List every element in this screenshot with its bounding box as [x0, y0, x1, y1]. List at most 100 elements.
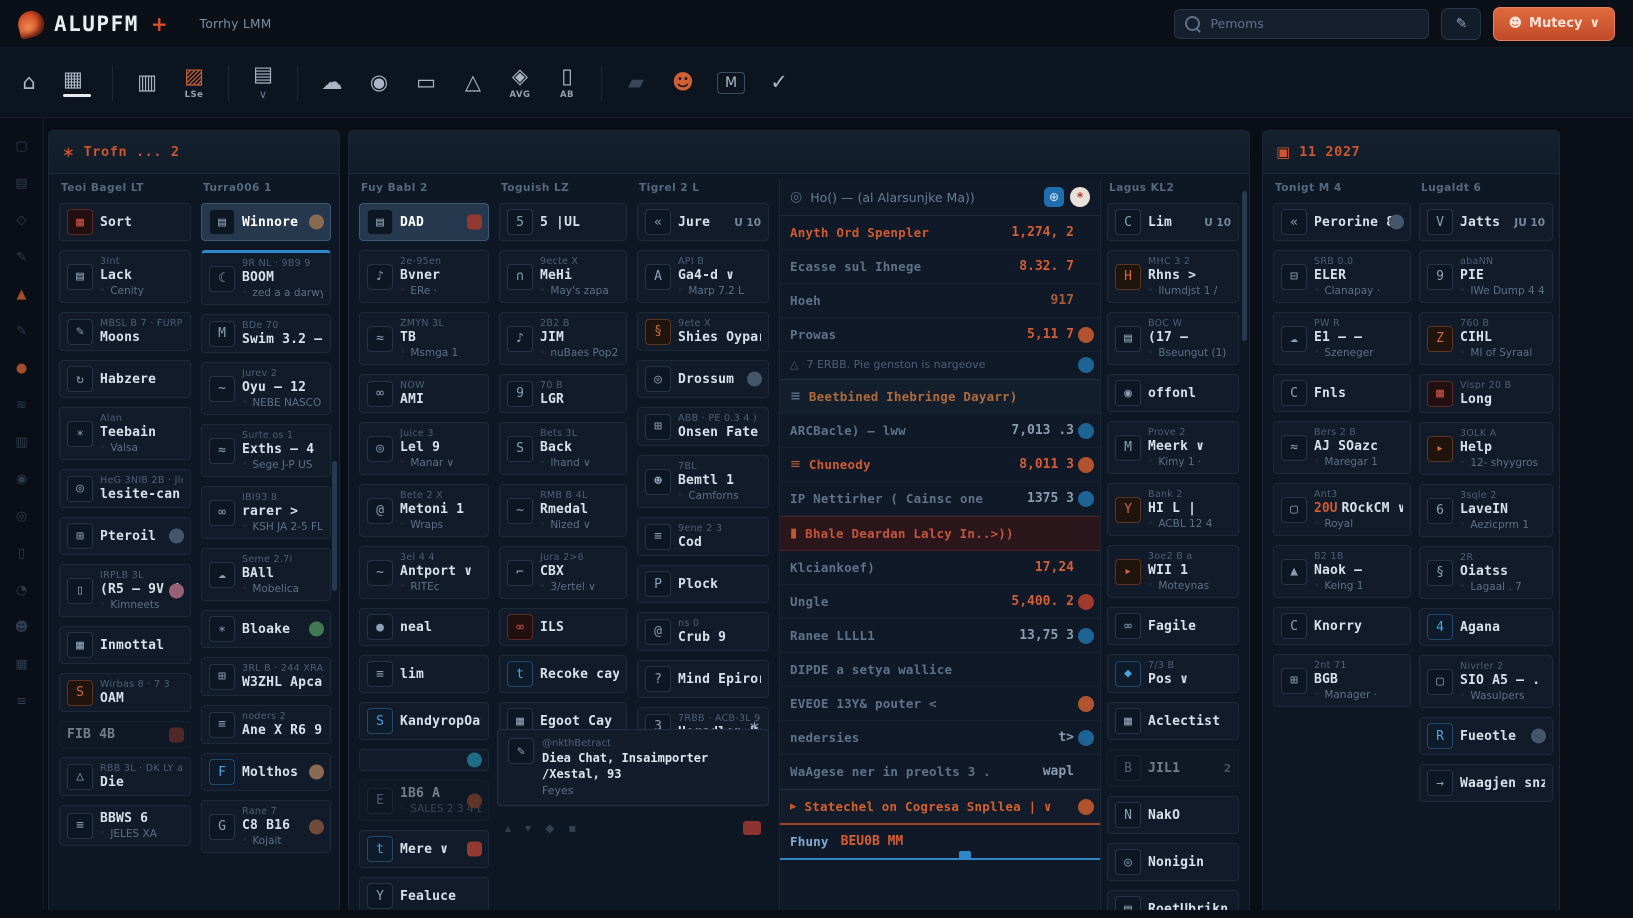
- card-item[interactable]: 5 5 |UL: [499, 203, 627, 241]
- card-item[interactable]: M BDe 70Swim 3.2 — ): [201, 314, 331, 353]
- sidebar-pen-icon[interactable]: ✎: [16, 251, 27, 264]
- stats-row[interactable]: ≡ Chuneody 8,011 3: [780, 448, 1100, 483]
- card-item[interactable]: ▦ Vispr 20 B Long: [1419, 374, 1553, 413]
- toolbar-clipboard-icon[interactable]: ▯ AB: [554, 65, 580, 100]
- toolbar-lock-icon[interactable]: ◈ AVG: [507, 65, 533, 100]
- toolbar-check-icon[interactable]: ✓: [766, 72, 792, 93]
- scrollbar-thumb[interactable]: [1242, 191, 1247, 341]
- gear-red-icon[interactable]: *: [1070, 187, 1090, 207]
- scrollbar-thumb[interactable]: [332, 461, 337, 591]
- card-item[interactable]: ☁ PW R E1 — — ◦ Szeneger: [1273, 312, 1411, 365]
- card-item[interactable]: ◎ HeG 3NIB 2B · Jlete ( 2.0.4 )lesite-can…: [59, 469, 191, 508]
- panel-calendar-header[interactable]: ▣ 11 2027: [1263, 131, 1559, 174]
- panel-main-header[interactable]: [349, 131, 1249, 174]
- card-item[interactable]: C Lim U 10: [1107, 203, 1239, 241]
- card-item[interactable]: ▢ Ant3 20U ROckCM ∨ ◦ Royal: [1273, 483, 1411, 536]
- stats-row[interactable]: Fhuny BEU0B MM: [780, 825, 1100, 861]
- card-item[interactable]: ▤ DAD: [359, 203, 489, 241]
- card-item[interactable]: @ ns 0 Crub 9: [637, 612, 769, 651]
- card-item[interactable]: R Fueotle: [1419, 717, 1553, 755]
- card-item[interactable]: G Rane 7 C8 B16 ◦ Kojait: [201, 800, 331, 853]
- stats-section-row[interactable]: ▮ Bhale Deardan Lalcy In..>)): [780, 516, 1100, 552]
- card-item[interactable]: E 1B6 A ◦ SALES 2 3 4 B: [359, 780, 489, 821]
- card-item[interactable]: ◉ offonl: [1107, 374, 1239, 412]
- card-item[interactable]: ☁ Seme 2.7i BAll ◦ Mobelica: [201, 548, 331, 601]
- card-item[interactable]: « Jure U 10: [637, 203, 769, 241]
- card-item[interactable]: ☾ 9R NL · 9B9 9 BOOM ◦ zed a a darwy: [201, 250, 331, 305]
- sidebar-grid2-icon[interactable]: ▦: [15, 658, 27, 671]
- card-item[interactable]: 9 70 B LGR: [499, 374, 627, 413]
- card-item[interactable]: ▸ 3OLK A Help ◦ 12- shyygros: [1419, 422, 1553, 475]
- sidebar-user-icon[interactable]: ☻: [15, 621, 29, 634]
- card-item[interactable]: ⊞ ABB · PE 0.3 4 ) Onsen Fate: [637, 407, 769, 446]
- card-item[interactable]: M Prove 2 Meerk ∨ ◦ Kimy 1 ·: [1107, 421, 1239, 474]
- toolbar-cloud-icon[interactable]: ☁: [319, 72, 345, 93]
- card-item[interactable]: ◆ 7/3 B Pos ∨: [1107, 654, 1239, 693]
- card-item[interactable]: ⌐ Jura 2>6 CBX ◦ 3/ertel ∨: [499, 546, 627, 599]
- toolbar-grid-icon[interactable]: ▦: [63, 68, 91, 97]
- toolbar-paint-icon[interactable]: ▨ LSe: [181, 65, 207, 100]
- panel-trofn-header[interactable]: ∗ Trofn ... 2: [49, 131, 339, 174]
- card-item[interactable]: ▦ Sort: [59, 203, 191, 241]
- card-item[interactable]: ≈ Bers 2 B AJ SOazc ◦ Maregar 1: [1273, 421, 1411, 474]
- stats-section-row[interactable]: ≡ Beetbined Ihebringe Dayarr): [780, 379, 1100, 415]
- card-item[interactable]: ∞ ILS: [499, 608, 627, 646]
- compose-button[interactable]: ✎: [1441, 7, 1482, 40]
- card-item[interactable]: H MHC 3 2 Rhns > ◦ Ilumdjst 1 /: [1107, 250, 1239, 303]
- toolbar-doc-icon[interactable]: ▤ ∨: [250, 64, 276, 102]
- toolbar-sphere-icon[interactable]: ◉: [366, 72, 392, 93]
- sidebar-clock-icon[interactable]: ◔: [16, 584, 27, 597]
- stats-section-row[interactable]: ▸ Statechel on Cogresa Snpllea | ∨: [780, 789, 1100, 826]
- card-item[interactable]: ▯ IRPLB 3L (R5 — 9V 4 ◦ Kimneets: [59, 564, 191, 617]
- stats-row[interactable]: Hoeh 917: [780, 284, 1100, 318]
- card-item[interactable]: ≡ 9ene 2 3 Cod: [637, 517, 769, 556]
- card-item[interactable]: ◎ Juice 3 Lel 9 ◦ Manar ∨: [359, 422, 489, 475]
- card-item[interactable]: ∞ IBI93 8 rarer > ◦ KSH JA 2-5 FL: [201, 486, 331, 539]
- card-item[interactable]: → Waagjen snz: [1419, 764, 1553, 802]
- card-item[interactable]: Z 760 B CIHL ◦ MI of Syraal: [1419, 312, 1553, 365]
- toolbar-prism-icon[interactable]: △: [460, 72, 486, 93]
- stats-row[interactable]: ARCBacle) — lww 7,013 .3: [780, 414, 1100, 449]
- card-item[interactable]: ▸ 3oe2 B a WII 1 ◦ Moteynas: [1107, 545, 1239, 598]
- card-item[interactable]: F Molthos: [201, 753, 331, 791]
- card-item[interactable]: ♪ 2e-95en Bvner ◦ ERe ·: [359, 250, 489, 303]
- stats-header[interactable]: ◎ Ho() — (al Alarsunjke Ma)) ⊕ *: [780, 179, 1100, 216]
- card-item[interactable]: Y Bank 2 HI L | ◦ ACBL 12 4: [1107, 483, 1239, 536]
- stats-row[interactable]: Ranee LLLL1 13,75 3: [780, 619, 1100, 654]
- card-item[interactable]: ● neal: [359, 608, 489, 646]
- card-item[interactable]: ▲ B2 1B Naok — ◦ Keing 1: [1273, 545, 1411, 598]
- card-item[interactable]: Y Fealuce: [359, 877, 489, 910]
- card-item[interactable]: ▢ Nivrler 2 SIO A5 — . ◦ Wasulpers: [1419, 655, 1553, 708]
- card-item[interactable]: ▤ Winnore: [201, 203, 331, 241]
- card-item[interactable]: ⊞ 3RL B · 244 XRA W3ZHL Apcal: [201, 657, 331, 696]
- toolbar-user-icon[interactable]: ☻: [670, 72, 696, 93]
- card-item[interactable]: t Mere ∨: [359, 830, 489, 868]
- stats-row[interactable]: EVEOE 13Y& pouter <: [780, 687, 1100, 722]
- stats-row[interactable]: WaAgese ner in preolts 3 . wapl: [780, 755, 1100, 790]
- gear-blue-icon[interactable]: ⊕: [1044, 187, 1064, 207]
- sidebar-layers-icon[interactable]: ≋: [16, 399, 27, 412]
- card-item[interactable]: ≡ noders 2 Ane X R6 9: [201, 705, 331, 744]
- search-input[interactable]: [1208, 15, 1419, 32]
- user-menu-button[interactable]: ☻ Mutecy ∨: [1493, 6, 1615, 41]
- stats-row[interactable]: nedersies t>: [780, 721, 1100, 756]
- card-item[interactable]: ~3el 4 4 Antport ∨ ◦ RITEc: [359, 546, 489, 599]
- card-item[interactable]: ✎ MBSL B 7 · FURP 1 2L.0.4 >Moons: [59, 312, 191, 351]
- drag-handle[interactable]: [959, 851, 972, 861]
- toolbar-chart-icon[interactable]: ▥: [134, 72, 160, 93]
- search-box[interactable]: [1174, 8, 1430, 39]
- card-item[interactable]: ⊟ SRB 0.0 ELER ◦ Clanapay ·: [1273, 250, 1411, 303]
- card-item[interactable]: C Knorry: [1273, 607, 1411, 645]
- card-item[interactable]: P Plock: [637, 565, 769, 603]
- card-item[interactable]: 9 abaNN PIE ◦ IWe Dump 4 42: [1419, 250, 1553, 303]
- card-item[interactable]: FIB 4B: [59, 721, 191, 748]
- wide-info-card[interactable]: ✎ @nkthBetract Diea Chat, Insaimporter /…: [497, 729, 769, 807]
- stats-row[interactable]: Ungle 5,400. 2: [780, 585, 1100, 620]
- card-item[interactable]: 6 3sqle 2 LaveIN ◦ Aezicprm 1: [1419, 484, 1553, 537]
- stats-row[interactable]: Prowas 5,11 7: [780, 318, 1100, 352]
- card-item[interactable]: «Perorine 8 …: [1273, 203, 1411, 241]
- card-item[interactable]: ▦ Inmottal: [59, 626, 191, 664]
- sidebar-rows-icon[interactable]: ▥: [15, 436, 27, 449]
- card-item[interactable]: N NakO: [1107, 796, 1239, 834]
- card-item[interactable]: ~ Jurev 2 Oyu — 12 ◦ NEBE NASCO: [201, 362, 331, 415]
